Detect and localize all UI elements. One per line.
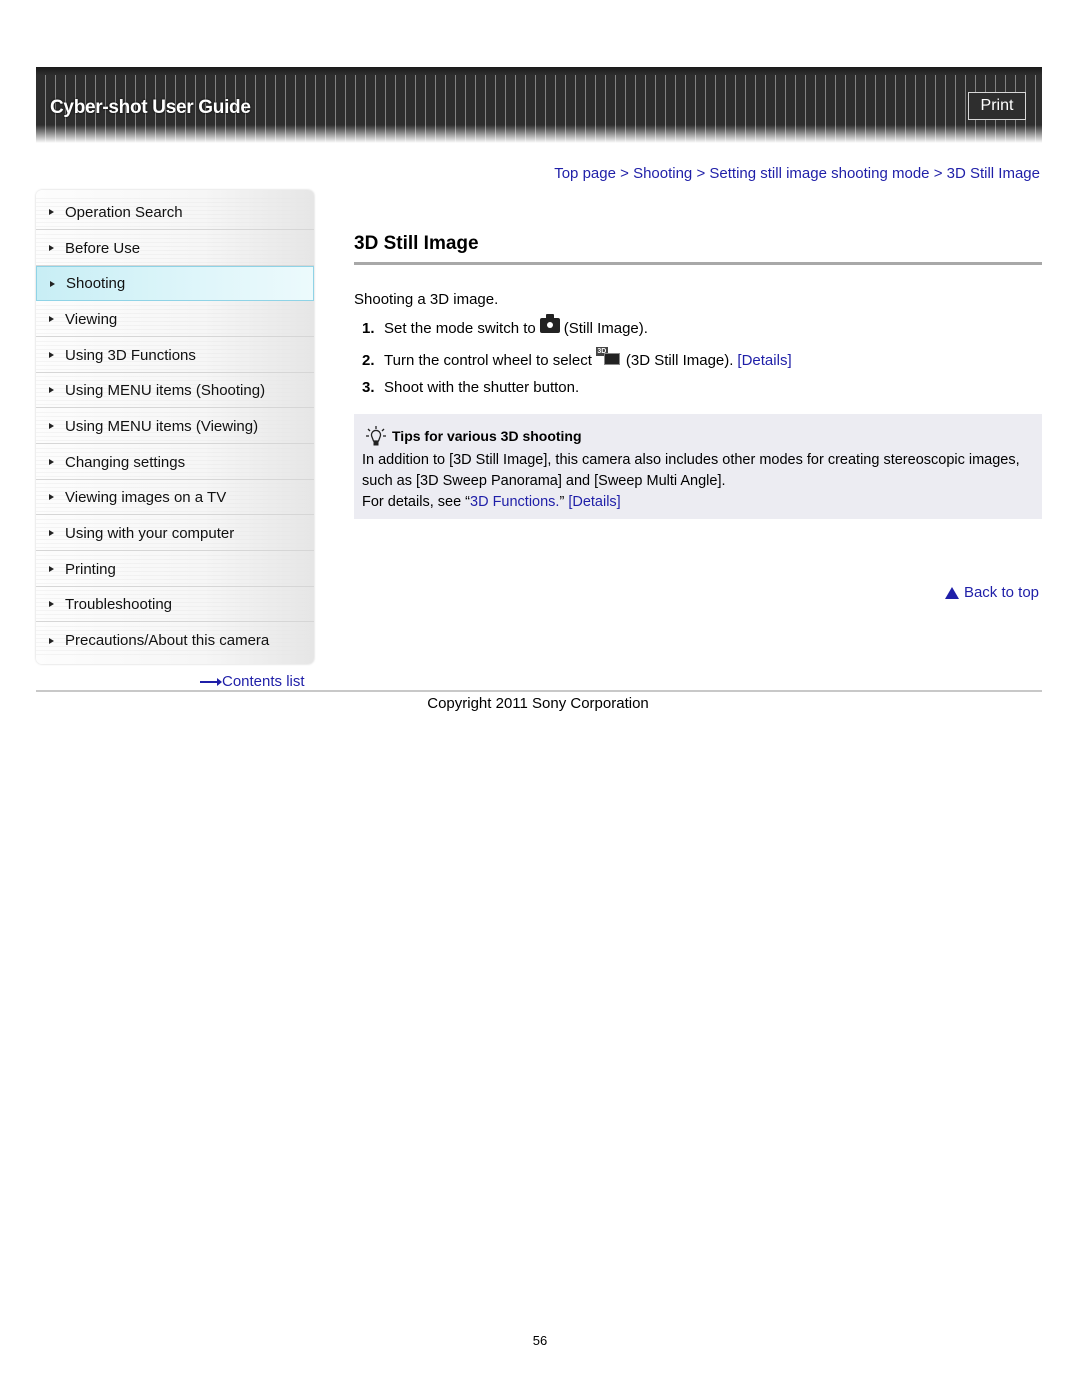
footer-divider <box>36 690 1042 692</box>
breadcrumb-current[interactable]: 3D Still Image <box>947 165 1040 182</box>
triangle-right-icon <box>49 316 54 322</box>
tips-line-2: For details, see “3D Functions.” [Detail… <box>362 492 1038 513</box>
step-text-after: (Still Image). <box>563 320 648 337</box>
step-text: Shoot with the shutter button. <box>384 379 580 396</box>
breadcrumb-setting-mode[interactable]: Setting still image shooting mode <box>709 165 929 182</box>
step-number: 3. <box>362 379 375 396</box>
sidebar-item-label: Operation Search <box>65 203 183 221</box>
sidebar-item-label: Viewing <box>65 310 118 328</box>
3d-still-image-icon: 3D <box>595 347 622 365</box>
tips-line-2-text-after: ” <box>559 494 569 510</box>
sidebar-item-changing-settings[interactable]: Changing settings <box>36 445 314 480</box>
3d-functions-link[interactable]: 3D Functions. <box>470 494 559 510</box>
sidebar-nav: Operation Search Before Use Shooting Viewin… <box>36 190 314 664</box>
step-text: Turn the control wheel to select <box>384 351 592 369</box>
sidebar-item-label: Printing <box>65 560 116 578</box>
triangle-right-icon <box>49 601 54 607</box>
breadcrumb-separator: > <box>696 165 706 182</box>
step-1: 1. Set the mode switch to (Still Image). <box>362 314 648 337</box>
up-triangle-icon <box>944 586 959 599</box>
triangle-right-icon <box>49 387 54 393</box>
breadcrumb-shooting[interactable]: Shooting <box>633 165 692 182</box>
sidebar-item-label: Viewing images on a TV <box>65 488 227 506</box>
sidebar-item-troubleshooting[interactable]: Troubleshooting <box>36 587 314 622</box>
step-3: 3. Shoot with the shutter button. <box>362 379 579 396</box>
details-link[interactable]: [Details] <box>737 352 791 369</box>
breadcrumb-separator: > <box>620 165 629 182</box>
tips-body: In addition to [3D Still Image], this ca… <box>362 450 1038 513</box>
title-divider <box>354 262 1042 265</box>
triangle-right-icon <box>49 459 54 465</box>
sidebar-item-using-3d-functions[interactable]: Using 3D Functions <box>36 338 314 373</box>
page-title: 3D Still Image <box>354 233 479 254</box>
sidebar-item-printing[interactable]: Printing <box>36 552 314 587</box>
sidebar-item-shooting[interactable]: Shooting <box>36 266 314 301</box>
sidebar-item-label: Shooting <box>66 275 126 292</box>
sidebar-item-using-menu-items-viewing[interactable]: Using MENU items (Viewing) <box>36 409 314 444</box>
step-2: 2. Turn the control wheel to select 3D (… <box>362 347 792 369</box>
back-to-top-label: Back to top <box>963 584 1039 601</box>
sidebar-item-label: Using MENU items (Viewing) <box>65 417 259 435</box>
sidebar-item-label: Using 3D Functions <box>65 346 196 364</box>
step-text-after: (3D Still Image). <box>625 351 734 369</box>
sidebar-item-using-menu-items-shooting[interactable]: Using MENU items (Shooting) <box>36 373 314 408</box>
triangle-right-icon <box>49 530 54 536</box>
tips-line-2-text: For details, see “ <box>362 494 470 510</box>
lightbulb-icon <box>366 426 386 446</box>
sidebar-item-label: Troubleshooting <box>65 595 173 613</box>
step-text: Set the mode switch to <box>384 320 536 337</box>
triangle-right-icon <box>49 423 54 429</box>
tips-line-1: In addition to [3D Still Image], this ca… <box>362 452 1020 489</box>
breadcrumb: Top page > Shooting > Setting still imag… <box>554 165 1040 182</box>
sidebar-item-label: Changing settings <box>65 453 186 471</box>
triangle-right-icon <box>49 245 54 251</box>
back-to-top-link[interactable]: Back to top <box>944 584 1039 601</box>
sidebar-item-before-use[interactable]: Before Use <box>36 231 314 266</box>
header-banner: Cyber-shot User Guide Print <box>36 67 1042 143</box>
contents-list-label: Contents list <box>222 673 305 690</box>
triangle-right-icon <box>49 352 54 358</box>
sidebar-item-viewing[interactable]: Viewing <box>36 302 314 337</box>
sidebar-item-label: Using with your computer <box>65 524 235 542</box>
print-button[interactable]: Print <box>968 92 1026 120</box>
sidebar-item-operation-search[interactable]: Operation Search <box>36 195 314 230</box>
details-link[interactable]: [Details] <box>568 494 620 510</box>
triangle-right-icon <box>49 637 54 644</box>
tips-heading-text: Tips for various 3D shooting <box>392 428 582 444</box>
triangle-right-icon <box>49 494 54 500</box>
guide-title: Cyber-shot User Guide <box>50 97 251 118</box>
sidebar-item-label: Before Use <box>65 239 141 257</box>
sidebar-item-using-with-your-computer[interactable]: Using with your computer <box>36 516 314 551</box>
page-number: 56 <box>532 1333 548 1348</box>
tips-box: Tips for various 3D shooting In addition… <box>354 414 1042 519</box>
tips-heading: Tips for various 3D shooting <box>366 426 582 446</box>
breadcrumb-separator: > <box>933 165 943 182</box>
sidebar-item-viewing-images-on-a-tv[interactable]: Viewing images on a TV <box>36 480 314 515</box>
step-number: 2. <box>362 351 375 369</box>
sidebar-item-label: Precautions/About this camera <box>65 632 270 649</box>
copyright-text: Copyright 2011 Sony Corporation <box>427 695 649 712</box>
step-number: 1. <box>362 320 375 337</box>
contents-list-link[interactable]: Contents list <box>200 673 305 690</box>
arrow-right-icon <box>200 677 222 686</box>
breadcrumb-top-page[interactable]: Top page <box>554 165 616 182</box>
triangle-right-icon <box>50 280 55 287</box>
triangle-right-icon <box>49 209 54 215</box>
triangle-right-icon <box>49 566 54 572</box>
sidebar-item-label: Using MENU items (Shooting) <box>65 381 266 399</box>
intro-text: Shooting a 3D image. <box>354 291 499 308</box>
sidebar-item-precautions-about-this-camera[interactable]: Precautions/About this camera <box>36 623 314 658</box>
camera-icon <box>539 314 560 333</box>
